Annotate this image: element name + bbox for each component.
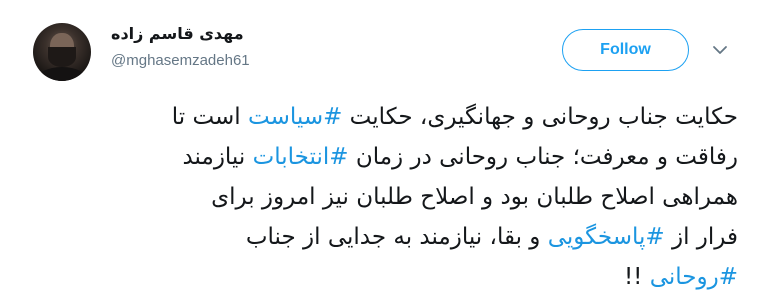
hashtag-link[interactable]: #سیاست	[248, 104, 342, 130]
author-name[interactable]: مهدی قاسم زاده	[111, 24, 244, 43]
tweet-text-segment: همراهی اصلاح طلبان بود و اصلاح طلبان نیز…	[211, 184, 738, 210]
tweet-line: همراهی اصلاح طلبان بود و اصلاح طلبان نیز…	[30, 177, 738, 217]
tweet-text-segment: !!	[623, 264, 650, 290]
hashtag-link[interactable]: #انتخابات	[253, 144, 349, 170]
tweet-line: حکایت جناب روحانی و جهانگیری، حکایت #سیا…	[30, 97, 738, 137]
tweet-text-segment: رفاقت و معرفت؛ جناب روحانی در زمان	[348, 144, 738, 170]
hashtag-link[interactable]: #پاسخگویی	[548, 224, 665, 250]
tweet-text-segment: نیازمند	[182, 144, 253, 170]
follow-button[interactable]: Follow	[562, 29, 689, 71]
avatar[interactable]	[33, 23, 91, 81]
tweet-line: رفاقت و معرفت؛ جناب روحانی در زمان #انتخ…	[30, 137, 738, 177]
tweet-text-segment: است تا	[171, 104, 249, 130]
tweet-line: فرار از #پاسخگویی و بقا، نیازمند به جدای…	[30, 217, 738, 257]
tweet-text: حکایت جناب روحانی و جهانگیری، حکایت #سیا…	[30, 97, 738, 297]
author-handle[interactable]: @mghasemzadeh61	[111, 52, 250, 69]
tweet-text-segment: فرار از	[664, 224, 738, 250]
avatar-beard	[48, 47, 76, 67]
tweet-line: #روحانی !!	[30, 257, 738, 297]
chevron-down-icon[interactable]	[712, 42, 728, 58]
avatar-shoulders	[35, 67, 89, 81]
tweet-text-segment: و بقا، نیازمند به جدایی از جناب	[245, 224, 548, 250]
tweet-text-segment: حکایت جناب روحانی و جهانگیری، حکایت	[342, 104, 738, 130]
hashtag-link[interactable]: #روحانی	[650, 264, 738, 290]
